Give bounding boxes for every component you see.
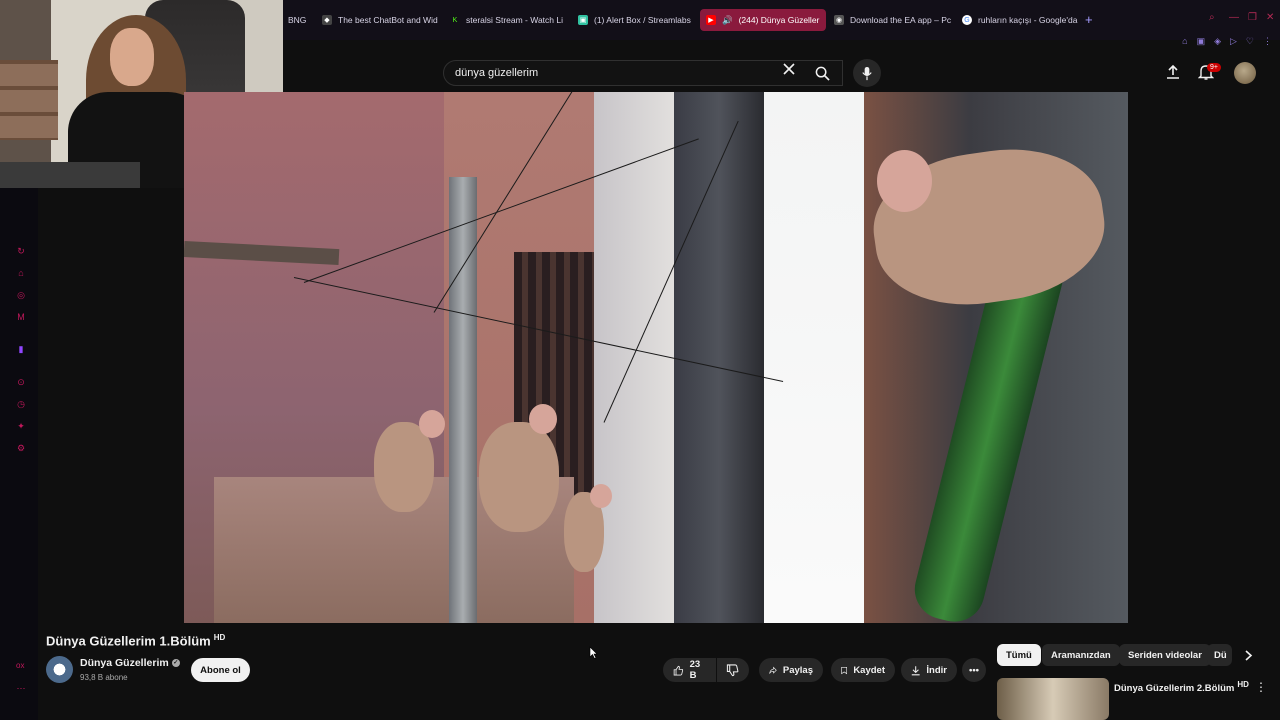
mail-icon[interactable]: M <box>15 311 27 323</box>
extension-icon[interactable]: ⌂ <box>1182 36 1187 47</box>
share-icon <box>769 666 777 674</box>
tab-google[interactable]: G ruhların kaçışı - Google'da <box>956 9 1080 31</box>
screen: BNG ◆ The best ChatBot and Wid K sterals… <box>0 0 1280 720</box>
chevron-right-icon[interactable] <box>1244 650 1253 661</box>
extension-icon[interactable]: ▣ <box>1197 36 1206 47</box>
tab-label: (244) Dünya Güzeller <box>738 15 820 25</box>
tab-label: (1) Alert Box / Streamlabs <box>594 15 691 25</box>
chip-truncated[interactable]: Dü <box>1207 644 1232 666</box>
like-button[interactable]: 23 B <box>663 658 716 682</box>
extensions-row: ⌂ ▣ ◈ ▷ ♡ ⋮ <box>1182 36 1272 47</box>
save-button[interactable]: Kaydet <box>831 658 895 682</box>
streamlabs-icon: ▣ <box>578 15 588 25</box>
save-label: Kaydet <box>853 664 885 676</box>
voice-search-button[interactable] <box>853 59 881 87</box>
tab-chatbot[interactable]: ◆ The best ChatBot and Wid <box>316 9 440 31</box>
more-actions-button[interactable]: ••• <box>962 658 986 682</box>
channel-name[interactable]: Dünya Güzellerim ✓ <box>80 657 180 669</box>
video-title: Dünya Güzellerim 1.Bölüm HD <box>46 633 225 648</box>
menu-icon[interactable]: ⋮ <box>1263 36 1272 47</box>
tab-kick[interactable]: K steralsi Stream - Watch Li <box>444 9 568 31</box>
tab-youtube-active[interactable]: ▶ 🔊 (244) Dünya Güzeller <box>700 9 826 31</box>
monkey-sitting <box>479 422 559 532</box>
verified-icon: ✓ <box>171 659 180 668</box>
bookmark-icon <box>841 666 848 674</box>
history-icon[interactable]: ↻ <box>15 245 27 257</box>
recommended-title[interactable]: Dünya Güzellerim 2.Bölüm HD <box>1114 680 1249 694</box>
recommended-thumbnail[interactable] <box>997 678 1109 720</box>
notification-badge: 9+ <box>1207 63 1221 72</box>
recommended-menu-icon[interactable]: ⋮ <box>1255 680 1267 694</box>
chip-series-videos[interactable]: Seriden videolar <box>1119 644 1211 666</box>
heart-icon[interactable]: ♡ <box>1246 36 1254 47</box>
more-icon[interactable]: ⋯ <box>15 682 27 694</box>
sidebar-label: ox <box>16 661 25 670</box>
instagram-icon[interactable]: ◎ <box>15 289 27 301</box>
youtube-icon: ▶ <box>706 15 716 25</box>
tab-label: BNG <box>288 15 307 25</box>
like-count: 23 B <box>689 659 701 681</box>
search-query: dünya güzellerim <box>455 67 539 79</box>
new-tab-button[interactable]: + <box>1085 12 1093 27</box>
player-icon[interactable]: ⊙ <box>15 376 27 388</box>
channel-name-text: Dünya Güzellerim <box>80 657 169 669</box>
twitch-icon[interactable]: ▮ <box>15 343 27 355</box>
clock-icon[interactable]: ◷ <box>15 398 27 410</box>
ea-icon: ◉ <box>834 15 844 25</box>
maximize-icon[interactable]: ❐ <box>1248 12 1257 23</box>
share-label: Paylaş <box>782 664 813 676</box>
download-label: İndir <box>926 664 947 676</box>
channel-avatar[interactable] <box>46 656 73 683</box>
hd-badge: HD <box>213 633 226 642</box>
recommended-title-text: Dünya Güzellerim 2.Bölüm <box>1114 683 1235 695</box>
search-tabs-icon[interactable]: ⌕ <box>1209 12 1215 23</box>
download-button[interactable]: İndir <box>901 658 957 682</box>
download-icon <box>911 665 920 675</box>
subscriber-count: 93,8 B abone <box>80 673 128 682</box>
dislike-button[interactable] <box>717 658 749 682</box>
thumbs-down-icon <box>726 663 739 676</box>
extensions-icon[interactable]: ✦ <box>15 420 27 432</box>
bot-icon: ◆ <box>322 15 332 25</box>
extension-icon[interactable]: ▷ <box>1230 36 1237 47</box>
account-avatar[interactable] <box>1234 62 1256 84</box>
tab-label: ruhların kaçışı - Google'da <box>978 15 1078 25</box>
hd-badge: HD <box>1237 680 1249 689</box>
tab-label: Download the EA app – Pc <box>850 15 952 25</box>
bag-icon[interactable]: ⌂ <box>15 267 27 279</box>
kick-icon: K <box>452 16 458 24</box>
clear-search-icon[interactable] <box>783 63 795 75</box>
minimize-icon[interactable]: — <box>1229 12 1239 23</box>
tab-label: The best ChatBot and Wid <box>338 15 438 25</box>
tab-ea[interactable]: ◉ Download the EA app – Pc <box>828 9 952 31</box>
tab-label: steralsi Stream - Watch Li <box>466 15 563 25</box>
google-icon: G <box>962 15 972 25</box>
audio-icon: 🔊 <box>722 14 733 25</box>
video-title-text: Dünya Güzellerim 1.Bölüm <box>46 633 211 649</box>
search-icon <box>815 66 830 81</box>
chip-from-search[interactable]: Aramanızdan <box>1042 644 1120 666</box>
search-button[interactable] <box>805 60 839 86</box>
extension-icon[interactable]: ◈ <box>1214 36 1221 47</box>
upload-icon[interactable] <box>1165 64 1181 80</box>
chip-all[interactable]: Tümü <box>997 644 1041 666</box>
tab-streamlabs[interactable]: ▣ (1) Alert Box / Streamlabs <box>572 9 696 31</box>
youtube-masthead: dünya güzellerim 9+ <box>283 54 1280 92</box>
share-button[interactable]: Paylaş <box>759 658 823 682</box>
thumbs-up-icon <box>673 665 684 675</box>
tab-bng[interactable]: BNG <box>282 9 312 31</box>
close-window-icon[interactable]: ✕ <box>1266 12 1274 23</box>
more-icon: ••• <box>969 664 979 676</box>
mouse-cursor-icon <box>589 646 598 659</box>
settings-icon[interactable]: ⚙ <box>15 442 27 454</box>
video-player[interactable] <box>184 92 1128 623</box>
microphone-icon <box>862 66 872 80</box>
subscribe-button[interactable]: Abone ol <box>191 658 250 682</box>
